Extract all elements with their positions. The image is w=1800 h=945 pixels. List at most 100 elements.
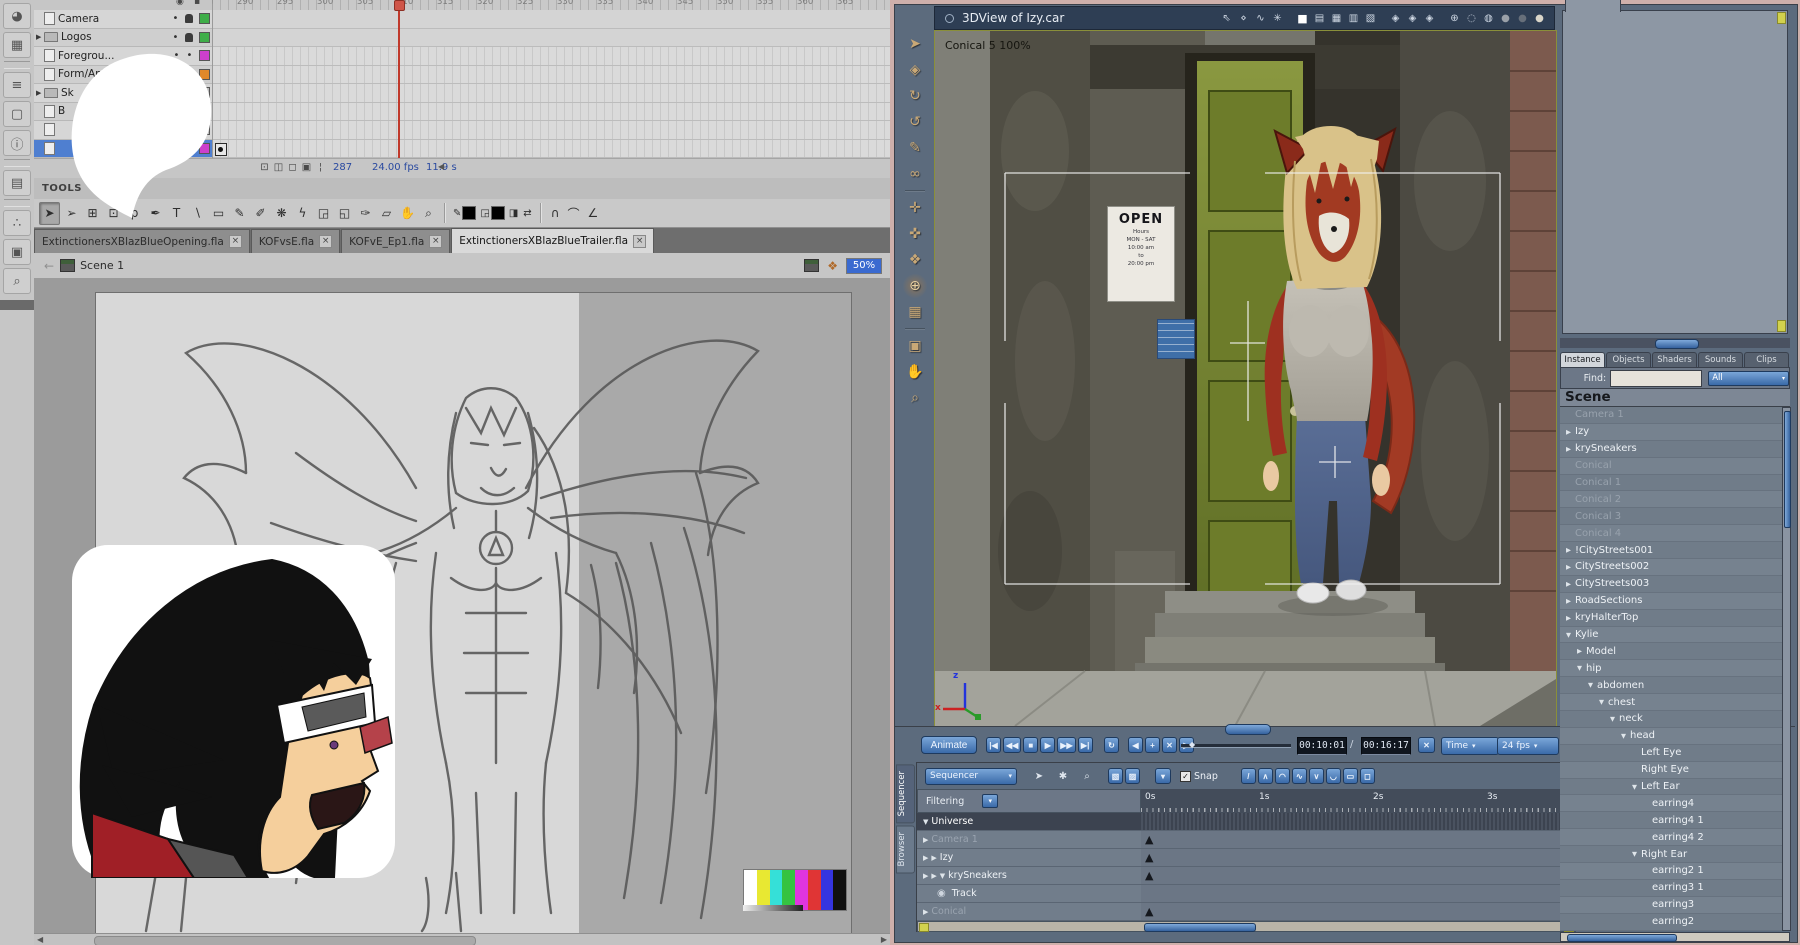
tree-item[interactable]: earring4 bbox=[1560, 795, 1782, 812]
track-timeline-cell[interactable]: ▲ bbox=[1141, 849, 1574, 867]
badge-flat-icon[interactable]: ◈ bbox=[1405, 13, 1420, 24]
tree-item[interactable]: earring3 1 bbox=[1560, 880, 1782, 897]
keyframe-marker[interactable]: ▲ bbox=[1145, 851, 1153, 865]
tween-hold-button[interactable]: ▭ bbox=[1343, 768, 1358, 784]
tree-item[interactable]: Left Eye bbox=[1560, 745, 1782, 762]
tree-item[interactable]: ▶Model bbox=[1560, 643, 1782, 660]
current-frame-value[interactable]: 287 bbox=[333, 162, 352, 173]
sequencer-track-row[interactable]: ▼Universe bbox=[917, 813, 1574, 831]
tween-valley-button[interactable]: ∨ bbox=[1309, 768, 1324, 784]
animate-button[interactable]: Animate bbox=[921, 736, 977, 754]
tree-item[interactable]: ▼chest bbox=[1560, 694, 1782, 711]
snap-magnet-icon[interactable]: ∩ bbox=[551, 206, 560, 220]
scrollbar-thumb[interactable] bbox=[94, 936, 476, 945]
chevron-down-icon[interactable]: ▼ bbox=[923, 818, 928, 826]
chevron-right-icon[interactable]: ▶ bbox=[1566, 428, 1575, 436]
document-tab[interactable]: KOFvsE.fla× bbox=[251, 229, 340, 253]
find-input[interactable] bbox=[1610, 370, 1702, 387]
rotate-tool-icon[interactable]: ◈ bbox=[903, 58, 927, 82]
tree-item[interactable]: ▶CityStreets003 bbox=[1560, 576, 1782, 593]
onion-skin-outlines-icon[interactable]: ◻ bbox=[286, 161, 299, 175]
track-name-cell[interactable]: ◉Track bbox=[917, 885, 1141, 903]
black-white-icon[interactable]: ◨ bbox=[509, 208, 519, 219]
splitter-handle[interactable] bbox=[1655, 339, 1699, 349]
info-panel-icon[interactable]: ⓘ bbox=[3, 130, 31, 156]
layer-row[interactable]: Camera• bbox=[34, 10, 212, 29]
pointer-icon[interactable]: ➤ bbox=[1031, 771, 1047, 782]
scrubber-thumb[interactable]: ◆ bbox=[1189, 740, 1195, 749]
tree-item[interactable]: ▼neck bbox=[1560, 711, 1782, 728]
3d-viewport[interactable]: Conical 5 100% OPEN Hours MON - SAT 10:0… bbox=[934, 30, 1557, 727]
add-keyframe-button[interactable]: + bbox=[1145, 737, 1160, 753]
close-icon[interactable]: × bbox=[229, 235, 242, 248]
track-timeline-cell[interactable]: ▲ bbox=[1141, 867, 1574, 885]
frame-row[interactable] bbox=[213, 140, 890, 159]
track-name-cell[interactable]: ▶▶▼krySneakers bbox=[917, 867, 1141, 885]
layout-rows-icon[interactable]: ▤ bbox=[1312, 13, 1327, 24]
document-tab[interactable]: KOFvE_Ep1.fla× bbox=[341, 229, 450, 253]
sphere-light-icon[interactable]: ● bbox=[1532, 13, 1547, 24]
tween-oscillate-button[interactable]: ∿ bbox=[1292, 768, 1307, 784]
snap-toggle[interactable]: ✓ Snap bbox=[1180, 771, 1218, 782]
chevron-down-icon[interactable]: ▼ bbox=[1621, 732, 1630, 740]
frame-row[interactable] bbox=[213, 103, 890, 122]
box-mode-icon[interactable]: ▦ bbox=[903, 300, 927, 324]
lock-all-icon[interactable]: ▪ bbox=[194, 0, 200, 7]
edit-symbols-button[interactable]: ❖ bbox=[827, 259, 838, 273]
tab-shaders[interactable]: Shaders bbox=[1652, 352, 1697, 367]
layout-mixed-icon[interactable]: ▧ bbox=[1363, 13, 1378, 24]
show-hide-all-icon[interactable]: ◉ bbox=[176, 0, 184, 7]
pencil-tool[interactable]: ✎ bbox=[230, 203, 249, 224]
play-button[interactable]: ▶ bbox=[1040, 737, 1055, 753]
find-filter-select[interactable]: All ▾ bbox=[1708, 371, 1789, 386]
vertical-tab-browser[interactable]: Browser bbox=[896, 825, 915, 873]
chevron-right-icon[interactable]: ▶ bbox=[923, 836, 928, 844]
track-name-cell[interactable]: ▶▶Izy bbox=[917, 849, 1141, 867]
sequencer-mode-select[interactable]: Sequencer▾ bbox=[925, 768, 1017, 785]
vertical-tab-sequencer[interactable]: Sequencer bbox=[896, 764, 915, 823]
chevron-right-icon[interactable]: ▶ bbox=[923, 872, 928, 880]
tween-linear-button[interactable]: / bbox=[1241, 768, 1256, 784]
sphere-dark-icon[interactable]: ● bbox=[1515, 13, 1530, 24]
tween-discrete-button[interactable]: ◻ bbox=[1360, 768, 1375, 784]
zoom-tool[interactable]: ⌕ bbox=[419, 203, 438, 224]
document-tab[interactable]: ExtinctionersXBlazBlueTrailer.fla× bbox=[451, 228, 654, 253]
select-tool-icon[interactable]: ⇖ bbox=[1219, 13, 1234, 24]
tree-item[interactable]: ▼Kylie bbox=[1560, 627, 1782, 644]
camera-icon[interactable]: ▣ bbox=[903, 334, 927, 358]
zoom-icon[interactable]: ⌕ bbox=[1079, 771, 1095, 782]
eraser-tool[interactable]: ▱ bbox=[377, 203, 396, 224]
visibility-dot-icon[interactable]: • bbox=[169, 13, 182, 24]
prev-keyframe-button[interactable]: ◀ bbox=[1128, 737, 1143, 753]
layer-name[interactable]: Logos bbox=[61, 31, 169, 43]
scrollbar-thumb[interactable] bbox=[1784, 411, 1791, 528]
expand-arrow-icon[interactable]: ▶ bbox=[36, 33, 44, 41]
frame-rows[interactable] bbox=[213, 10, 890, 158]
filtering-control[interactable]: Filtering ▾ bbox=[917, 789, 1141, 813]
total-time-field[interactable]: 00:16:17 bbox=[1361, 737, 1411, 755]
splitter-handle[interactable] bbox=[1225, 724, 1271, 735]
go-start-button[interactable]: |◀ bbox=[986, 737, 1001, 753]
chevron-down-icon[interactable]: ▼ bbox=[1599, 698, 1608, 706]
tree-item[interactable]: Conical 1 bbox=[1560, 475, 1782, 492]
close-time-button[interactable]: ✕ bbox=[1418, 737, 1435, 753]
spin-tool-icon[interactable]: ↻ bbox=[903, 84, 927, 108]
scale-tool-icon[interactable]: ✎ bbox=[903, 136, 927, 160]
chevron-down-icon[interactable]: ▼ bbox=[1610, 715, 1619, 723]
sequencer-track-row[interactable]: ▶▶▼krySneakers▲ bbox=[917, 867, 1574, 885]
sequencer-track-row[interactable]: ▶Conical▲ bbox=[917, 903, 1574, 921]
frame-row[interactable] bbox=[213, 47, 890, 66]
scrollbar-thumb[interactable] bbox=[1567, 934, 1677, 942]
frame-row[interactable] bbox=[213, 121, 890, 140]
tree-item[interactable]: Conical 3 bbox=[1560, 508, 1782, 525]
scale-keys-button[interactable]: ▧ bbox=[1108, 768, 1123, 784]
time-scrubber[interactable]: ◆ bbox=[1181, 744, 1291, 748]
frame-row[interactable] bbox=[213, 84, 890, 103]
frame-row[interactable] bbox=[213, 29, 890, 48]
tween-arc-button[interactable]: ◠ bbox=[1275, 768, 1290, 784]
edit-scene-button[interactable] bbox=[804, 259, 819, 272]
align-panel-icon[interactable]: ≡ bbox=[3, 72, 31, 98]
chevron-right-icon[interactable]: ▶ bbox=[1566, 563, 1575, 571]
chevron-right-icon[interactable]: ▶ bbox=[931, 872, 936, 880]
scroll-left-icon[interactable]: ◀ bbox=[37, 935, 43, 944]
